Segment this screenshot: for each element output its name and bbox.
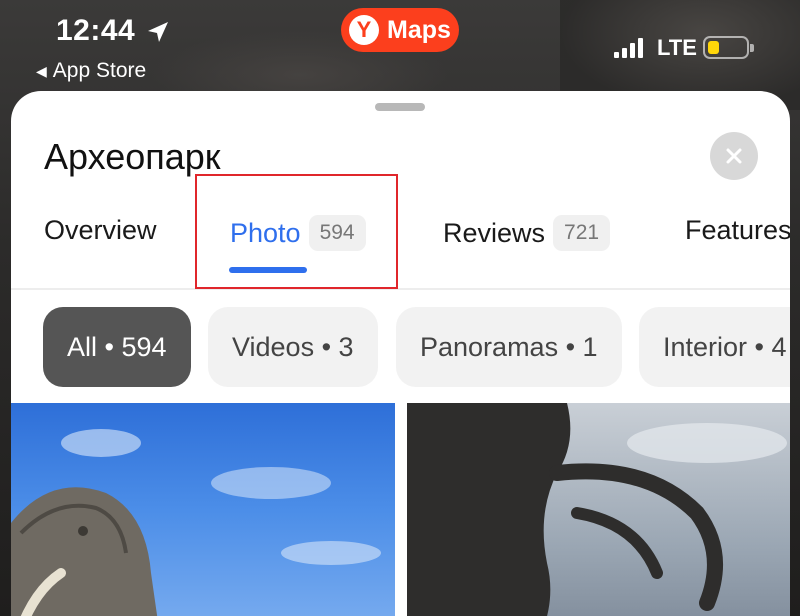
battery-icon (703, 36, 754, 59)
sheet-grabber[interactable] (375, 103, 425, 111)
back-to-app-label: App Store (52, 59, 147, 82)
filter-panoramas[interactable]: Panoramas • 1 (396, 307, 622, 387)
network-type: LTE (657, 35, 697, 60)
highlight-box (195, 174, 398, 289)
photo-thumbnail[interactable] (407, 403, 790, 616)
tab-overview[interactable]: Overview (44, 215, 157, 246)
tab-reviews[interactable]: Reviews 721 (443, 215, 611, 251)
photo-thumbnail[interactable] (11, 403, 395, 616)
tab-label: Overview (44, 215, 157, 245)
mammoth-sculpture-image (11, 429, 381, 616)
close-icon (726, 148, 742, 164)
filter-chips: All • 594 Videos • 3 Panoramas • 1 Inter… (11, 307, 790, 387)
maps-brand-pill: Y Maps (341, 8, 459, 52)
tab-label: Features (685, 215, 790, 245)
tab-divider (11, 288, 790, 290)
filter-interior[interactable]: Interior • 4 (639, 307, 790, 387)
mammoth-trunk-image (407, 403, 787, 616)
place-sheet: Археопарк Overview Photo 594 Reviews 721… (11, 91, 790, 616)
signal-icon (614, 38, 643, 58)
location-arrow-icon (148, 22, 168, 42)
battery-level (708, 41, 719, 54)
tab-count-badge: 721 (553, 215, 611, 251)
tab-label: Reviews (443, 217, 546, 248)
place-title: Археопарк (44, 136, 221, 177)
filter-all[interactable]: All • 594 (43, 307, 191, 387)
brand-name: Maps (387, 15, 451, 44)
back-arrow-icon: ◀ (36, 62, 47, 79)
yandex-logo-icon: Y (349, 15, 379, 45)
close-button[interactable] (710, 132, 758, 180)
battery-tip (750, 44, 754, 52)
back-to-app-store-button[interactable]: ◀ App Store (36, 59, 146, 83)
tab-bar: Overview Photo 594 Reviews 721 Features (11, 209, 790, 269)
status-time: 12:44 (56, 14, 136, 47)
tab-features[interactable]: Features (685, 215, 790, 246)
filter-videos[interactable]: Videos • 3 (208, 307, 378, 387)
